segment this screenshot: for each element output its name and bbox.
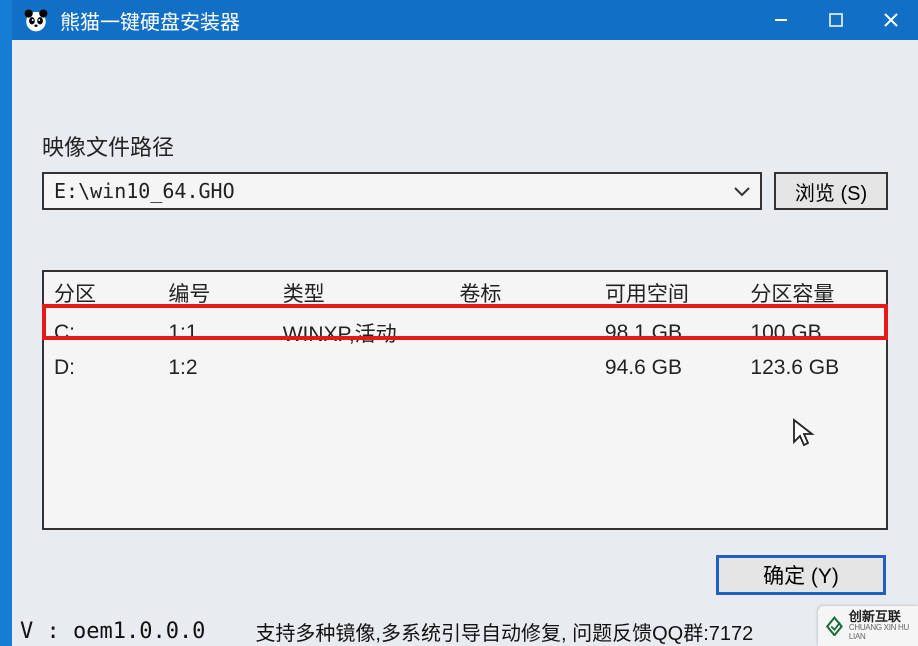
window-title: 熊猫一键硬盘安装器 — [60, 6, 753, 35]
watermark-logo-icon — [824, 613, 845, 639]
image-path-select[interactable]: E:\win10_64.GHO — [42, 172, 762, 210]
minimize-button[interactable] — [753, 0, 808, 40]
version-label: V : oem1.0.0.0 — [20, 619, 205, 644]
cell-free: 94.6 GB — [595, 352, 741, 384]
header-partition[interactable]: 分区 — [44, 272, 158, 314]
header-label[interactable]: 卷标 — [449, 272, 595, 314]
cell-capacity: 100 GB — [740, 314, 886, 352]
cell-type — [273, 352, 450, 384]
ok-button[interactable]: 确定 (Y) — [716, 555, 886, 595]
partition-table: 分区 编号 类型 卷标 可用空间 分区容量 C: 1:1 WINXP,活动 9 — [44, 272, 886, 384]
cell-number: 1:1 — [158, 314, 272, 352]
header-capacity[interactable]: 分区容量 — [740, 272, 886, 314]
cell-label — [449, 352, 595, 384]
watermark: 创新互联 CHUANG XIN HU LIAN — [818, 606, 918, 646]
watermark-cn: 创新互联 — [849, 610, 912, 624]
browse-button[interactable]: 浏览 (S) — [774, 172, 888, 210]
header-number[interactable]: 编号 — [158, 272, 272, 314]
close-button[interactable] — [863, 0, 918, 40]
cell-free: 98.1 GB — [595, 314, 741, 352]
header-free[interactable]: 可用空间 — [595, 272, 741, 314]
cell-label — [449, 314, 595, 352]
title-bar: 熊猫一键硬盘安装器 — [12, 0, 918, 40]
status-bar: V : oem1.0.0.0 支持多种镜像,多系统引导自动修复, 问题反馈QQ群… — [12, 616, 918, 646]
cell-partition: D: — [44, 352, 158, 384]
table-row[interactable]: C: 1:1 WINXP,活动 98.1 GB 100 GB — [44, 314, 886, 352]
panda-icon — [22, 6, 50, 34]
table-row[interactable]: D: 1:2 94.6 GB 123.6 GB — [44, 352, 886, 384]
image-path-label: 映像文件路径 — [42, 130, 888, 162]
partition-table-container: 分区 编号 类型 卷标 可用空间 分区容量 C: 1:1 WINXP,活动 9 — [42, 270, 888, 530]
cell-type: WINXP,活动 — [273, 314, 450, 352]
cell-partition: C: — [44, 314, 158, 352]
watermark-en: CHUANG XIN HU LIAN — [849, 624, 912, 642]
chevron-down-icon — [734, 182, 750, 201]
maximize-button[interactable] — [808, 0, 863, 40]
header-type[interactable]: 类型 — [273, 272, 450, 314]
cell-number: 1:2 — [158, 352, 272, 384]
cell-capacity: 123.6 GB — [740, 352, 886, 384]
image-path-value: E:\win10_64.GHO — [54, 179, 235, 203]
footer-message: 支持多种镜像,多系统引导自动修复, 问题反馈QQ群:7172 — [255, 617, 753, 646]
